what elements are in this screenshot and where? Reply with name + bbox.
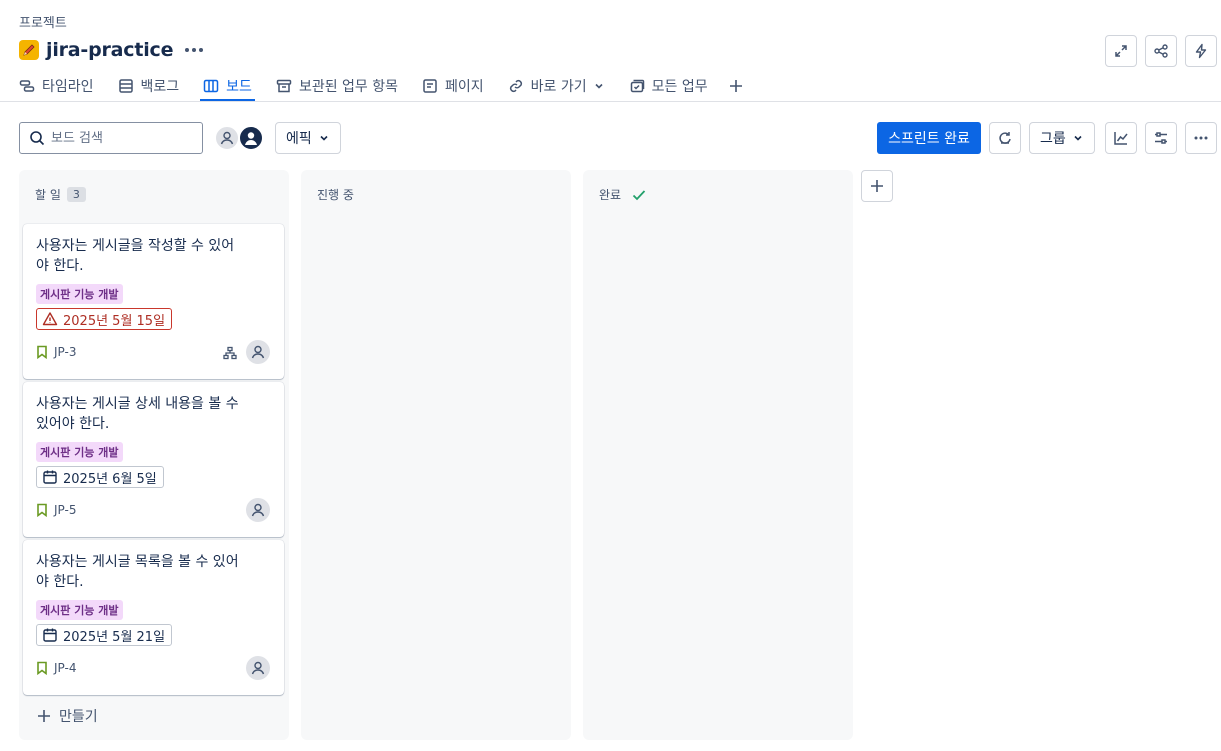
assignee-avatar[interactable] [246, 340, 270, 364]
story-icon [37, 345, 47, 359]
assignee-avatar[interactable] [246, 656, 270, 680]
create-issue-button[interactable]: 만들기 [36, 706, 98, 726]
person-icon [251, 345, 265, 359]
tab-pages[interactable]: 페이지 [422, 72, 484, 100]
card-title: 사용자는 게시글 목록을 볼 수 있어야 한다. [36, 554, 239, 590]
person-icon [220, 131, 234, 145]
story-icon [37, 661, 47, 675]
view-settings-button[interactable] [1145, 122, 1177, 154]
calendar-icon [43, 470, 57, 484]
page-icon [423, 79, 437, 93]
search-icon [30, 131, 45, 146]
share-icon [1154, 44, 1168, 58]
insights-button[interactable] [1105, 122, 1137, 154]
warning-icon [42, 312, 58, 326]
add-column-button[interactable] [861, 170, 893, 202]
tab-backlog[interactable]: 백로그 [118, 72, 179, 100]
chevron-down-icon [1074, 135, 1082, 141]
more-options-icon[interactable] [185, 40, 204, 60]
checkmark-icon [632, 189, 646, 200]
chevron-down-icon [320, 135, 328, 141]
column-header: 완료 [599, 186, 647, 203]
epic-label[interactable]: 게시판 기능 개발 [36, 284, 123, 304]
column-header: 진행 중 [317, 188, 354, 202]
pencil-icon [19, 40, 39, 60]
fullscreen-button[interactable] [1105, 35, 1137, 67]
issue-key[interactable]: JP-5 [36, 503, 76, 517]
plus-icon [38, 710, 50, 722]
issue-card[interactable]: 사용자는 게시글을 작성할 수 있어야 한다. 게시판 기능 개발 2025년 … [23, 224, 284, 379]
sprint-refresh-button[interactable] [989, 122, 1021, 154]
chevron-down-icon [595, 83, 603, 89]
avatar-unassigned[interactable] [214, 125, 240, 151]
assignee-filter [214, 125, 264, 151]
expand-icon [1115, 45, 1127, 57]
all-work-icon [630, 79, 644, 93]
card-title: 사용자는 게시글 상세 내용을 볼 수 있어야 한다. [36, 396, 239, 432]
issue-key[interactable]: JP-4 [36, 661, 76, 675]
tab-archived[interactable]: 보관된 업무 항목 [276, 72, 398, 100]
timeline-icon [19, 80, 35, 92]
person-icon [251, 503, 265, 517]
column-done: 완료 [583, 170, 853, 740]
child-issues-icon [223, 345, 237, 364]
assignee-avatar[interactable] [246, 498, 270, 522]
project-header: jira-practice [19, 36, 204, 64]
chart-line-icon [1114, 132, 1128, 145]
due-date-badge: 2025년 5월 15일 [36, 308, 173, 330]
board-icon [203, 79, 219, 93]
more-actions-button[interactable] [1185, 122, 1217, 154]
project-tabs: 타임라인 백로그 보드 보관된 업무 항목 페이지 바로 가기 모든 업무 [19, 72, 744, 101]
board-search[interactable] [19, 122, 203, 154]
due-date-badge: 2025년 5월 21일 [36, 624, 173, 646]
tab-divider [0, 101, 1221, 102]
issue-count-badge: 3 [66, 187, 86, 202]
backlog-icon [118, 79, 133, 93]
group-dropdown[interactable]: 그룹 [1029, 122, 1095, 154]
epic-filter-dropdown[interactable]: 에픽 [275, 122, 341, 154]
person-icon [251, 661, 265, 675]
settings-sliders-icon [1155, 132, 1167, 144]
issue-card[interactable]: 사용자는 게시글 상세 내용을 볼 수 있어야 한다. 게시판 기능 개발 20… [23, 382, 284, 537]
refresh-icon [999, 132, 1011, 144]
automation-button[interactable] [1185, 35, 1217, 67]
link-icon [509, 79, 522, 93]
tab-shortcuts[interactable]: 바로 가기 [508, 72, 605, 100]
plus-icon [871, 180, 883, 192]
calendar-icon [43, 628, 57, 642]
card-title: 사용자는 게시글을 작성할 수 있어야 한다. [36, 238, 235, 274]
epic-label[interactable]: 게시판 기능 개발 [36, 442, 123, 462]
epic-label[interactable]: 게시판 기능 개발 [36, 600, 123, 620]
add-tab-icon[interactable] [728, 72, 744, 100]
tab-timeline[interactable]: 타임라인 [19, 72, 94, 100]
share-button[interactable] [1145, 35, 1177, 67]
complete-sprint-button[interactable]: 스프린트 완료 [877, 122, 981, 154]
tab-all-work[interactable]: 모든 업무 [629, 72, 708, 100]
person-icon [245, 132, 257, 145]
search-input[interactable] [51, 130, 191, 146]
archive-icon [276, 79, 292, 93]
issue-card[interactable]: 사용자는 게시글 목록을 볼 수 있어야 한다. 게시판 기능 개발 2025년… [23, 540, 284, 695]
breadcrumb[interactable]: 프로젝트 [19, 12, 67, 31]
tab-board[interactable]: 보드 [200, 72, 255, 101]
column-todo: 할 일 3 사용자는 게시글을 작성할 수 있어야 한다. 게시판 기능 개발 … [19, 170, 289, 740]
avatar-user[interactable] [238, 125, 264, 151]
column-in-progress: 진행 중 [301, 170, 571, 740]
more-icon [1194, 136, 1208, 140]
due-date-badge: 2025년 6월 5일 [36, 466, 164, 488]
lightning-icon [1195, 43, 1207, 59]
story-icon [37, 503, 47, 517]
page-title: jira-practice [46, 39, 174, 61]
issue-key[interactable]: JP-3 [36, 345, 76, 359]
column-header: 할 일 3 [35, 186, 86, 203]
